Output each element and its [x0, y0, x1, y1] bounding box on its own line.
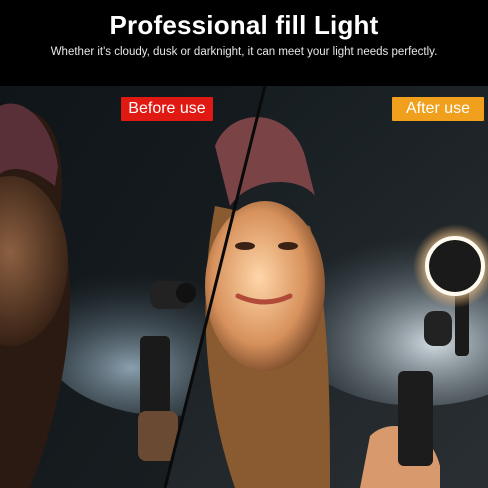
after-use-badge: After use: [392, 97, 484, 121]
comparison-photo: [0, 86, 488, 488]
banner-subtitle: Whether it's cloudy, dusk or darknight, …: [50, 46, 438, 58]
before-use-badge: Before use: [121, 97, 213, 121]
banner-title: Professional fill Light: [109, 10, 379, 40]
banner-header: Professional fill Light Whether it's clo…: [0, 0, 488, 86]
product-banner: Professional fill Light Whether it's clo…: [0, 0, 488, 488]
